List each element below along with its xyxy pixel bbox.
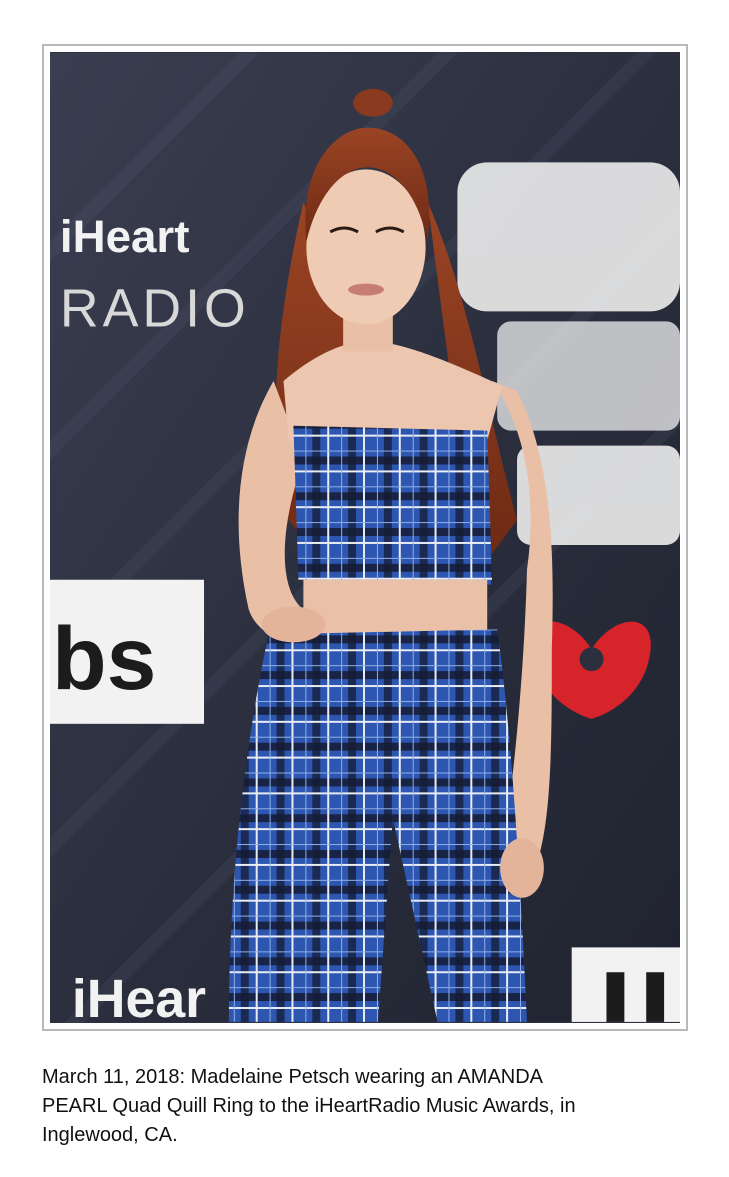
red-carpet-photo: iHeart RADIO bs iHear xyxy=(50,52,680,1023)
caption-line-3: Inglewood, CA. xyxy=(42,1124,178,1146)
backdrop-brand-bottom: iHear xyxy=(72,969,206,1023)
caption-line-2: PEARL Quad Quill Ring to the iHeartRadio… xyxy=(42,1095,576,1117)
photo-frame: iHeart RADIO bs iHear xyxy=(42,44,688,1031)
photo-caption: March 11, 2018: Madelaine Petsch wearing… xyxy=(42,1063,692,1150)
network-logo-text: bs xyxy=(52,608,156,708)
photo-illustration: iHeart RADIO bs iHear xyxy=(50,52,680,1023)
backdrop-brand-sub: RADIO xyxy=(60,278,250,338)
backdrop-brand-top: iHeart xyxy=(60,211,190,262)
caption-line-1: March 11, 2018: Madelaine Petsch wearing… xyxy=(42,1066,544,1088)
